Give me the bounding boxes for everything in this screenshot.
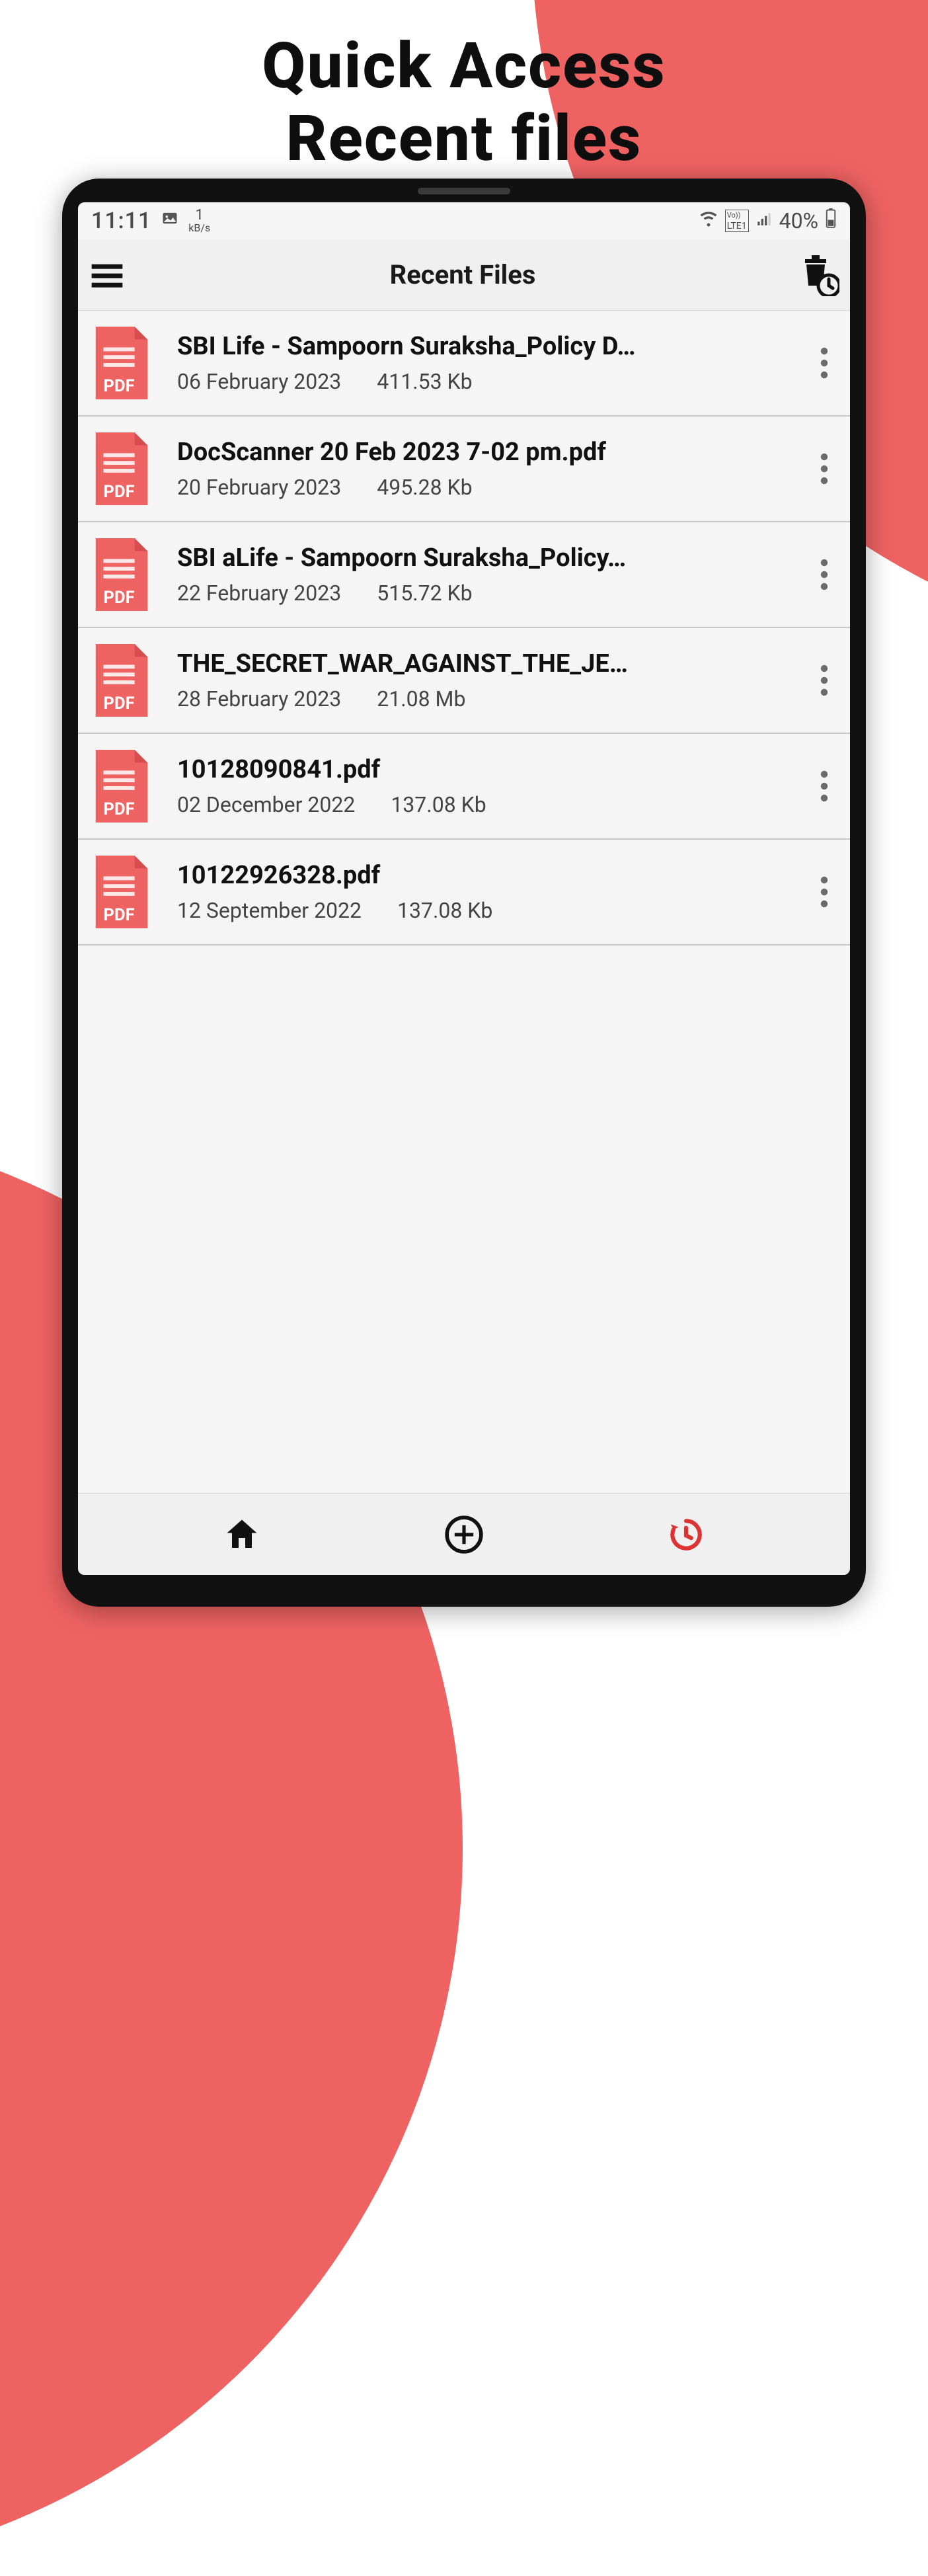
more-options-button[interactable] (801, 654, 847, 707)
file-date: 22 February 2023 (177, 581, 341, 606)
kebab-icon (820, 347, 828, 379)
hamburger-icon (89, 257, 126, 294)
battery-percent: 40% (779, 208, 818, 233)
list-item[interactable]: PDF SBI Life - Sampoorn Suraksha_Policy … (78, 311, 850, 417)
promo-line1: Quick Access (0, 30, 928, 102)
file-name: DocScanner 20 Feb 2023 7-02 pm.pdf (177, 438, 719, 467)
file-info: 10128090841.pdf 02 December 2022 137.08 … (177, 755, 801, 817)
history-icon (666, 1514, 707, 1555)
file-date: 12 September 2022 (177, 898, 362, 923)
add-circle-icon (444, 1514, 484, 1555)
file-name: SBI Life - Sampoorn Suraksha_Policy D… (177, 332, 719, 361)
nav-add-button[interactable] (434, 1505, 494, 1564)
file-meta: 22 February 2023 515.72 Kb (177, 581, 801, 606)
more-options-button[interactable] (801, 337, 847, 389)
kebab-icon (820, 664, 828, 696)
kebab-icon (820, 876, 828, 908)
file-info: THE_SECRET_WAR_AGAINST_THE_JE… 28 Februa… (177, 649, 801, 711)
file-size: 495.28 Kb (377, 475, 472, 500)
file-name: SBI aLife - Sampoorn Suraksha_Policy… (177, 543, 719, 573)
file-name: 10122926328.pdf (177, 861, 719, 890)
promo-line2: Recent files (0, 102, 928, 175)
pdf-icon: PDF (90, 432, 153, 505)
menu-button[interactable] (81, 249, 134, 302)
app-bar: Recent Files (78, 239, 850, 311)
svg-text:PDF: PDF (104, 799, 135, 819)
file-info: SBI aLife - Sampoorn Suraksha_Policy… 22… (177, 543, 801, 606)
file-name: THE_SECRET_WAR_AGAINST_THE_JE… (177, 649, 719, 678)
list-item[interactable]: PDF 10122926328.pdf 12 September 2022 13… (78, 840, 850, 946)
svg-text:PDF: PDF (104, 694, 135, 713)
file-size: 515.72 Kb (377, 581, 472, 606)
list-item[interactable]: PDF THE_SECRET_WAR_AGAINST_THE_JE… 28 Fe… (78, 628, 850, 734)
device-speaker (418, 188, 510, 194)
status-bar: 11:11 1 kB/s Vo)) LTE1 (78, 202, 850, 239)
file-info: SBI Life - Sampoorn Suraksha_Policy D… 0… (177, 332, 801, 394)
status-time: 11:11 (91, 208, 151, 234)
nav-recent-button[interactable] (656, 1505, 716, 1564)
list-item[interactable]: PDF 10128090841.pdf 02 December 2022 137… (78, 734, 850, 840)
nav-home-button[interactable] (212, 1505, 272, 1564)
svg-text:PDF: PDF (104, 588, 135, 608)
file-date: 06 February 2023 (177, 369, 341, 394)
device-frame: 11:11 1 kB/s Vo)) LTE1 (62, 179, 866, 1607)
svg-text:PDF: PDF (104, 482, 135, 502)
bottom-nav (78, 1493, 850, 1575)
screen: 11:11 1 kB/s Vo)) LTE1 (78, 202, 850, 1575)
file-meta: 28 February 2023 21.08 Mb (177, 686, 801, 711)
file-list: PDF SBI Life - Sampoorn Suraksha_Policy … (78, 311, 850, 1493)
battery-icon (825, 208, 837, 233)
wifi-icon (699, 208, 718, 233)
kebab-icon (820, 559, 828, 590)
file-info: DocScanner 20 Feb 2023 7-02 pm.pdf 20 Fe… (177, 438, 801, 500)
pdf-icon: PDF (90, 750, 153, 823)
file-size: 21.08 Mb (377, 686, 465, 711)
home-icon (222, 1515, 262, 1554)
file-meta: 06 February 2023 411.53 Kb (177, 369, 801, 394)
pdf-icon: PDF (90, 327, 153, 399)
more-options-button[interactable] (801, 442, 847, 495)
file-size: 411.53 Kb (377, 369, 472, 394)
file-info: 10122926328.pdf 12 September 2022 137.08… (177, 861, 801, 923)
file-size: 137.08 Kb (397, 898, 492, 923)
file-size: 137.08 Kb (391, 792, 486, 817)
status-speed: 1 kB/s (188, 208, 210, 233)
file-meta: 02 December 2022 137.08 Kb (177, 792, 801, 817)
image-icon (161, 209, 179, 233)
clear-history-button[interactable] (792, 249, 845, 302)
file-date: 20 February 2023 (177, 475, 341, 500)
pdf-icon: PDF (90, 644, 153, 717)
more-options-button[interactable] (801, 760, 847, 813)
status-right: Vo)) LTE1 40% (699, 208, 837, 233)
svg-text:PDF: PDF (104, 905, 135, 925)
file-meta: 20 February 2023 495.28 Kb (177, 475, 801, 500)
status-left: 11:11 1 kB/s (91, 208, 210, 234)
svg-text:PDF: PDF (104, 376, 135, 396)
promo-heading: Quick Access Recent files (0, 0, 928, 176)
page-title: Recent Files (390, 259, 536, 290)
trash-history-icon (797, 254, 839, 296)
kebab-icon (820, 453, 828, 485)
file-date: 28 February 2023 (177, 686, 341, 711)
file-name: 10128090841.pdf (177, 755, 719, 784)
more-options-button[interactable] (801, 865, 847, 918)
network-label: Vo)) LTE1 (725, 210, 749, 232)
signal-icon (755, 210, 773, 233)
file-meta: 12 September 2022 137.08 Kb (177, 898, 801, 923)
list-item[interactable]: PDF DocScanner 20 Feb 2023 7-02 pm.pdf 2… (78, 417, 850, 522)
pdf-icon: PDF (90, 856, 153, 928)
kebab-icon (820, 770, 828, 802)
pdf-icon: PDF (90, 538, 153, 611)
list-item[interactable]: PDF SBI aLife - Sampoorn Suraksha_Policy… (78, 522, 850, 628)
file-date: 02 December 2022 (177, 792, 355, 817)
more-options-button[interactable] (801, 548, 847, 601)
